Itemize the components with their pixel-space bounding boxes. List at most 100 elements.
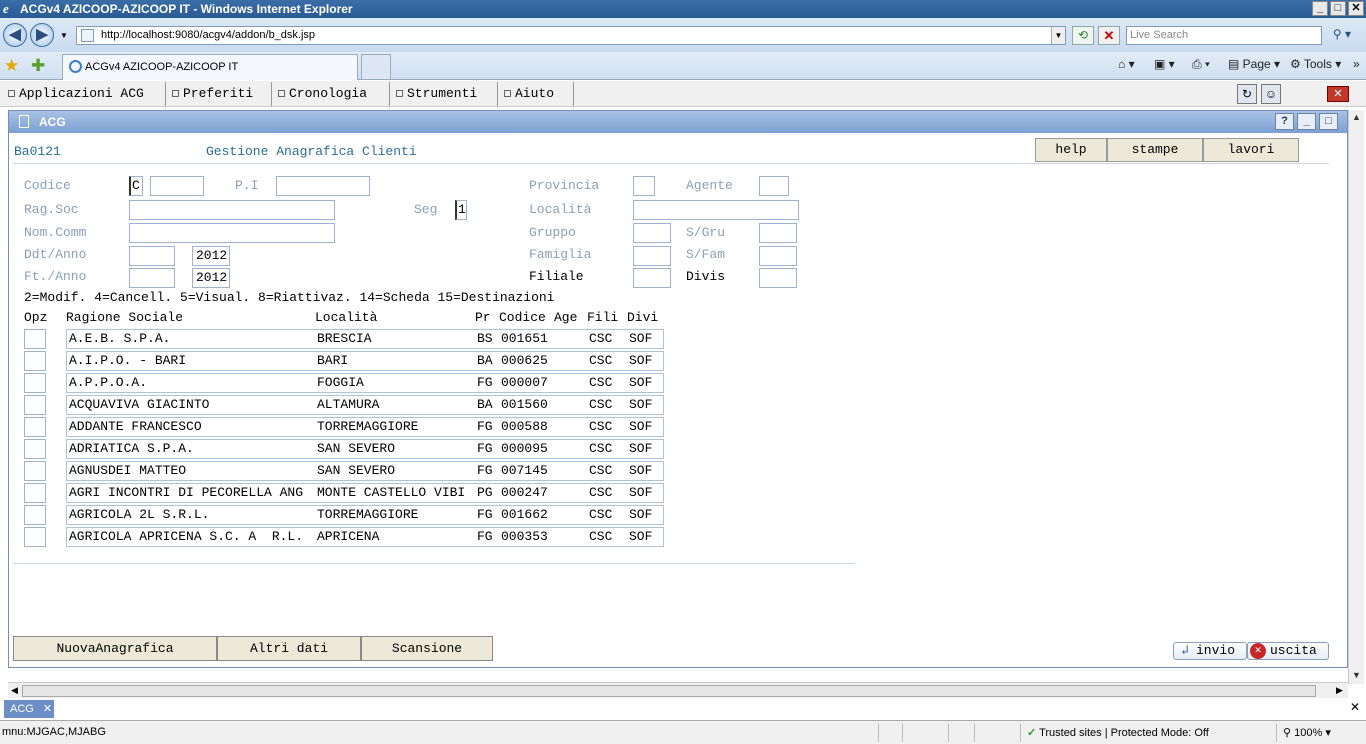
cell-codice: 001662	[501, 507, 548, 522]
ragsoc-input[interactable]	[129, 200, 335, 220]
user-icon[interactable]: ☺	[1261, 84, 1281, 104]
codice-prefix-input[interactable]: C	[129, 176, 143, 196]
option-input[interactable]	[24, 373, 46, 393]
ft-year-input[interactable]: 2012	[192, 268, 230, 288]
ft-input[interactable]	[129, 268, 175, 288]
tab-close-icon[interactable]: ✕	[43, 703, 52, 715]
home-icon[interactable]: ⌂ ▾	[1118, 57, 1135, 71]
acg-taskbar-tab[interactable]: ACG ✕	[4, 700, 54, 718]
option-input[interactable]	[24, 527, 46, 547]
table-row[interactable]: AGRI INCONTRI DI PECORELLA ANG MONTE CAST…	[66, 483, 664, 503]
table-row[interactable]: ADDANTE FRANCESCO TORREMAGGIORE FG 000588 CS…	[66, 417, 664, 437]
ddt-input[interactable]	[129, 246, 175, 266]
scansione-button[interactable]: Scansione	[361, 636, 493, 661]
cell-fili: CSC	[589, 353, 613, 368]
table-row[interactable]: AGRICOLA 2L S.R.L. TORREMAGGIORE FG 001662 C…	[66, 505, 664, 525]
sgru-input[interactable]	[759, 223, 797, 243]
search-input[interactable]: Live Search	[1126, 26, 1322, 45]
localita-input[interactable]	[633, 200, 799, 220]
scroll-thumb[interactable]	[22, 685, 1316, 697]
table-row[interactable]: ADRIATICA S.P.A. SAN SEVERO FG 000095 CSC SOF	[66, 439, 664, 459]
scroll-down-icon[interactable]: ▼	[1352, 670, 1361, 680]
refresh-session-icon[interactable]: ↻	[1237, 84, 1257, 104]
option-input[interactable]	[24, 417, 46, 437]
chevron-more-icon[interactable]: »	[1353, 57, 1360, 71]
menu-cronologia[interactable]: Cronologia	[272, 82, 390, 106]
zoom-control[interactable]: ⚲ 100% ▾	[1276, 724, 1364, 742]
horizontal-scrollbar[interactable]: ◀ ▶	[8, 682, 1348, 698]
seg-input[interactable]: 1	[455, 200, 467, 220]
menu-strumenti[interactable]: Strumenti	[390, 82, 498, 106]
divis-input[interactable]	[759, 268, 797, 288]
menu-aiuto[interactable]: Aiuto	[498, 82, 574, 106]
checkmark-icon: ✓	[1027, 727, 1037, 739]
table-row[interactable]: A.P.P.O.A. FOGGIA FG 000007 CSC SOF	[66, 373, 664, 393]
option-input[interactable]	[24, 329, 46, 349]
favorites-star-icon[interactable]: ★	[4, 56, 19, 76]
lavori-button[interactable]: lavori	[1203, 138, 1299, 162]
option-input[interactable]	[24, 351, 46, 371]
sfam-input[interactable]	[759, 246, 797, 266]
cell-pr: BA	[477, 397, 493, 412]
option-input[interactable]	[24, 461, 46, 481]
new-tab-button[interactable]	[361, 54, 391, 80]
add-favorite-icon[interactable]: ✚	[31, 56, 45, 76]
invio-button[interactable]: ↲ invio	[1173, 642, 1247, 660]
help-icon[interactable]: ?	[1275, 113, 1294, 130]
address-dropdown-icon[interactable]: ▼	[1051, 27, 1065, 44]
panel-close-icon[interactable]: ✕	[1350, 700, 1360, 714]
ddt-year-input[interactable]: 2012	[192, 246, 230, 266]
table-row[interactable]: A.E.B. S.P.A. BRESCIA BS 001651 CSC SOF	[66, 329, 664, 349]
maximize-icon[interactable]: □	[1319, 113, 1338, 130]
scroll-right-icon[interactable]: ▶	[1336, 685, 1343, 696]
table-row[interactable]: AGRICOLA APRICENA S.C. A R.L. APRICENA FG 0…	[66, 527, 664, 547]
altri-dati-button[interactable]: Altri dati	[217, 636, 361, 661]
history-dropdown-icon[interactable]: ▼	[60, 31, 68, 40]
agente-input[interactable]	[759, 176, 789, 196]
scroll-up-icon[interactable]: ▲	[1352, 112, 1361, 122]
close-button[interactable]: ✕	[1348, 1, 1364, 16]
address-input[interactable]: http://localhost:9080/acgv4/addon/b_dsk.…	[76, 26, 1066, 45]
stop-icon[interactable]: ✕	[1098, 26, 1120, 45]
option-input[interactable]	[24, 505, 46, 525]
option-input[interactable]	[24, 395, 46, 415]
pi-input[interactable]	[276, 176, 370, 196]
nomcomm-input[interactable]	[129, 223, 335, 243]
forward-arrow-icon[interactable]: ▶	[30, 23, 54, 47]
table-row[interactable]: ACQUAVIVA GIACINTO ALTAMURA BA 001560 CSC SOF	[66, 395, 664, 415]
table-row[interactable]: A.I.P.O. - BARI BARI BA 000625 CSC SOF	[66, 351, 664, 371]
gruppo-input[interactable]	[633, 223, 671, 243]
stampe-button[interactable]: stampe	[1107, 138, 1203, 162]
back-arrow-icon[interactable]: ◀	[3, 23, 27, 47]
table-row[interactable]: AGNUSDEI MATTEO SAN SEVERO FG 007145 CSC SOF	[66, 461, 664, 481]
minimize-icon[interactable]: _	[1297, 113, 1316, 130]
search-icon[interactable]: ⚲ ▾	[1324, 26, 1360, 45]
page-menu[interactable]: ▤ Page ▾	[1228, 57, 1280, 71]
window-menu-icon[interactable]	[19, 115, 29, 128]
menu-applicazioni[interactable]: Applicazioni ACG	[2, 82, 166, 106]
cell-fili: CSC	[589, 529, 613, 544]
nuova-anagrafica-button[interactable]: NuovaAnagrafica	[13, 636, 217, 661]
close-session-icon[interactable]: ✕	[1327, 86, 1349, 102]
option-input[interactable]	[24, 439, 46, 459]
uscita-button[interactable]: ✕ uscita	[1247, 642, 1329, 660]
security-zone[interactable]: ✓ Trusted sites | Protected Mode: Off	[1020, 724, 1274, 742]
cell-pr: FG	[477, 441, 493, 456]
feeds-icon[interactable]: ▣ ▾	[1154, 57, 1175, 71]
browser-tab[interactable]: ACGv4 AZICOOP-AZICOOP IT	[62, 54, 358, 80]
menu-preferiti[interactable]: Preferiti	[166, 82, 272, 106]
print-icon[interactable]: ⎙ ▾	[1192, 57, 1210, 72]
cell-localita: SAN SEVERO	[317, 463, 396, 478]
minimize-button[interactable]: _	[1312, 1, 1328, 16]
scroll-left-icon[interactable]: ◀	[11, 685, 18, 696]
filiale-input[interactable]	[633, 268, 671, 288]
tools-menu[interactable]: ⚙ Tools ▾	[1290, 57, 1341, 71]
maximize-button[interactable]: □	[1330, 1, 1346, 16]
refresh-icon[interactable]: ⟲	[1072, 26, 1094, 45]
provincia-input[interactable]	[633, 176, 655, 196]
famiglia-input[interactable]	[633, 246, 671, 266]
vertical-scrollbar[interactable]: ▲ ▼	[1348, 110, 1364, 684]
option-input[interactable]	[24, 483, 46, 503]
codice-input[interactable]	[150, 176, 204, 196]
help-button[interactable]: help	[1035, 138, 1107, 162]
